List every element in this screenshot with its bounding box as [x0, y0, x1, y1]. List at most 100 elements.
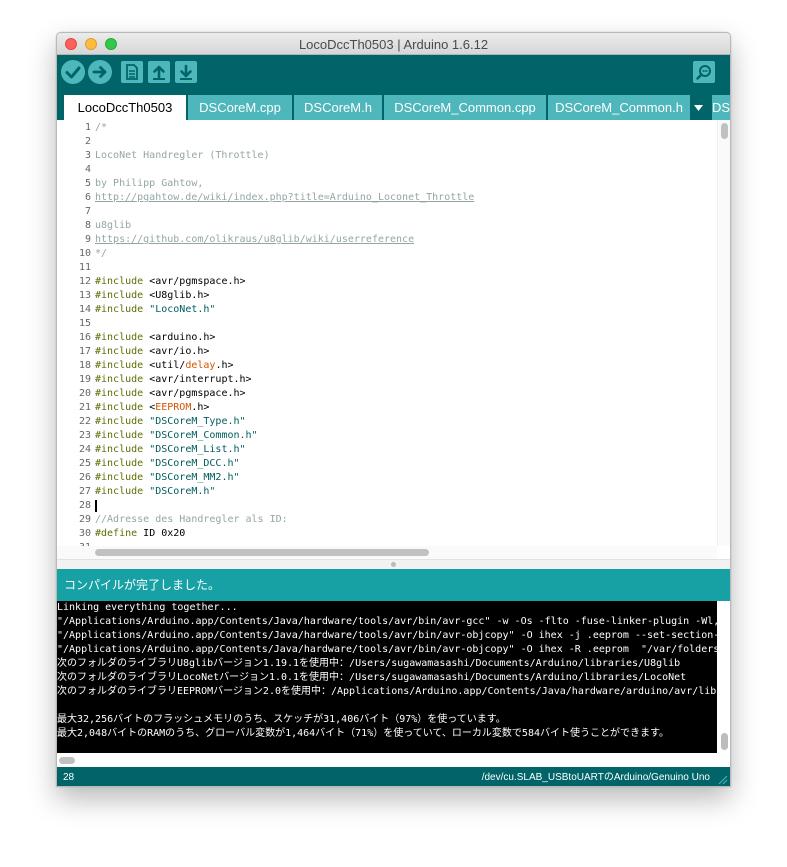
code-token: #include	[95, 486, 144, 497]
console-horizontal-scroll-thumb[interactable]	[59, 757, 75, 764]
console-horizontal-scrollbar[interactable]	[57, 753, 730, 767]
line-number: 29	[78, 514, 91, 525]
line-number: 5	[84, 178, 91, 189]
toolbar	[57, 55, 730, 91]
tab-dscorem-h[interactable]: DSCoreM.h	[294, 95, 382, 120]
code-text: #include <avr/pgmspace.h>	[95, 275, 246, 289]
code-token: #include	[95, 346, 144, 357]
code-text: #include "DSCoreM_Common.h"	[95, 429, 258, 443]
code-token: <arduino.h>	[143, 332, 216, 343]
tab-dsc-partial[interactable]: DSC	[712, 95, 730, 120]
console-output: Linking everything together... "/Applicat…	[57, 601, 717, 753]
code-text: #include <avr/io.h>	[95, 345, 209, 359]
tab-dscorem-common-h[interactable]: DSCoreM_Common.h	[548, 95, 690, 120]
line-number: 2	[84, 136, 91, 147]
line-number: 27	[78, 486, 91, 497]
resize-grip-icon[interactable]	[716, 773, 728, 785]
tab-locodccth0503[interactable]: LocoDccTh0503	[64, 95, 186, 120]
code-token: <avr/interrupt.h>	[143, 374, 252, 385]
code-text: #include "DSCoreM_MM2.h"	[95, 471, 240, 485]
splitter-grip[interactable]	[391, 562, 396, 567]
code-token: /*	[95, 122, 108, 133]
open-sketch-button[interactable]	[148, 61, 170, 83]
code-editor[interactable]: 1/* 2 3 LocoNet Handregler (Throttle) 4 5 by P…	[57, 120, 717, 546]
code-token: delay	[185, 360, 216, 371]
code-token: #include	[95, 430, 144, 441]
console-line: 次のフォルダのライブラリLocoNetバージョン1.0.1を使用中：/Users…	[57, 672, 687, 683]
line-number: 25	[78, 458, 91, 469]
code-token: u8glib	[95, 220, 132, 231]
code-token: .h>	[191, 402, 210, 413]
verify-button[interactable]	[61, 60, 85, 84]
code-token: #include	[95, 444, 144, 455]
code-token: #include	[95, 458, 144, 469]
new-sketch-button[interactable]	[121, 61, 143, 83]
code-token: "DSCoreM_Common.h"	[143, 430, 258, 441]
code-token: #include	[95, 374, 144, 385]
code-text: */	[95, 247, 107, 261]
code-token: #define	[95, 528, 138, 539]
line-number: 6	[84, 192, 91, 203]
checkmark-icon	[65, 66, 81, 79]
line-number: 12	[78, 276, 91, 287]
serial-monitor-button[interactable]	[693, 61, 715, 83]
code-token: #include	[95, 304, 144, 315]
editor-vertical-scroll-thumb[interactable]	[721, 123, 728, 139]
code-text: u8glib	[95, 219, 131, 233]
console-line: 最大32,256バイトのフラッシュメモリのうち、スケッチが31,406バイト（9…	[57, 714, 506, 725]
code-token: "LocoNet.h"	[143, 304, 216, 315]
tab-menu-chevron-down-icon[interactable]	[692, 101, 705, 114]
code-text: LocoNet Handregler (Throttle)	[95, 149, 270, 163]
line-number: 9	[84, 234, 91, 245]
code-text: #include <U8glib.h>	[95, 289, 209, 303]
code-token: <util/	[143, 360, 186, 371]
code-text: #include "DSCoreM.h"	[95, 485, 215, 499]
code-token: #include	[95, 402, 144, 413]
code-token: <U8glib.h>	[143, 290, 210, 301]
magnifier-icon	[696, 65, 711, 80]
cursor-line-number: 28	[63, 772, 75, 783]
console-line: 最大2,048バイトのRAMのうち、グローバル変数が1,464バイト（71%）を…	[57, 728, 669, 739]
code-token: <avr/pgmspace.h>	[143, 276, 246, 287]
line-number: 4	[84, 164, 91, 175]
editor-horizontal-scroll-thumb[interactable]	[95, 549, 429, 556]
code-text: #include "DSCoreM_DCC.h"	[95, 457, 240, 471]
upload-button[interactable]	[88, 60, 112, 84]
code-text: #include "DSCoreM_Type.h"	[95, 415, 246, 429]
code-text: #include <avr/interrupt.h>	[95, 373, 252, 387]
code-token: by Philipp Gahtow,	[95, 178, 204, 189]
line-number: 30	[78, 528, 91, 539]
line-number: 19	[78, 374, 91, 385]
arrow-down-icon	[180, 64, 192, 80]
tab-dscorem-cpp[interactable]: DSCoreM.cpp	[188, 95, 292, 120]
editor-vertical-scrollbar[interactable]	[717, 120, 730, 546]
code-token: #include	[95, 472, 144, 483]
footer-status-bar: 28 /dev/cu.SLAB_USBtoUARTのArduino/Genuin…	[57, 767, 730, 786]
line-number: 24	[78, 444, 91, 455]
arrow-up-icon	[153, 65, 165, 80]
code-token: EEPROM	[155, 402, 192, 413]
console-line: 次のフォルダのライブラリU8glibバージョン1.19.1を使用中：/Users…	[57, 658, 681, 669]
line-number: 18	[78, 360, 91, 371]
console-vertical-scroll-thumb[interactable]	[721, 733, 728, 750]
code-token: #include	[95, 388, 144, 399]
code-token: <avr/io.h>	[143, 346, 210, 357]
console-vertical-scrollbar[interactable]	[717, 601, 730, 753]
text-caret	[95, 500, 97, 512]
code-token: #include	[95, 332, 144, 343]
save-sketch-button[interactable]	[175, 61, 197, 83]
code-text: #include <arduino.h>	[95, 331, 215, 345]
code-text: #include "DSCoreM_List.h"	[95, 443, 246, 457]
code-token: <avr/pgmspace.h>	[143, 388, 246, 399]
line-number: 26	[78, 472, 91, 483]
tab-bar: LocoDccTh0503 DSCoreM.cpp DSCoreM.h DSCo…	[57, 91, 730, 120]
document-icon	[126, 64, 138, 80]
code-text: https://github.com/olikraus/u8glib/wiki/…	[95, 233, 414, 247]
code-token: */	[95, 248, 108, 259]
window-title: LocoDccTh0503 | Arduino 1.6.12	[298, 37, 489, 52]
line-number: 16	[78, 332, 91, 343]
tab-dscorem-common-cpp[interactable]: DSCoreM_Common.cpp	[384, 95, 546, 120]
line-number: 17	[78, 346, 91, 357]
console-line: "/Applications/Arduino.app/Contents/Java…	[57, 630, 717, 641]
line-number: 3	[84, 150, 91, 161]
